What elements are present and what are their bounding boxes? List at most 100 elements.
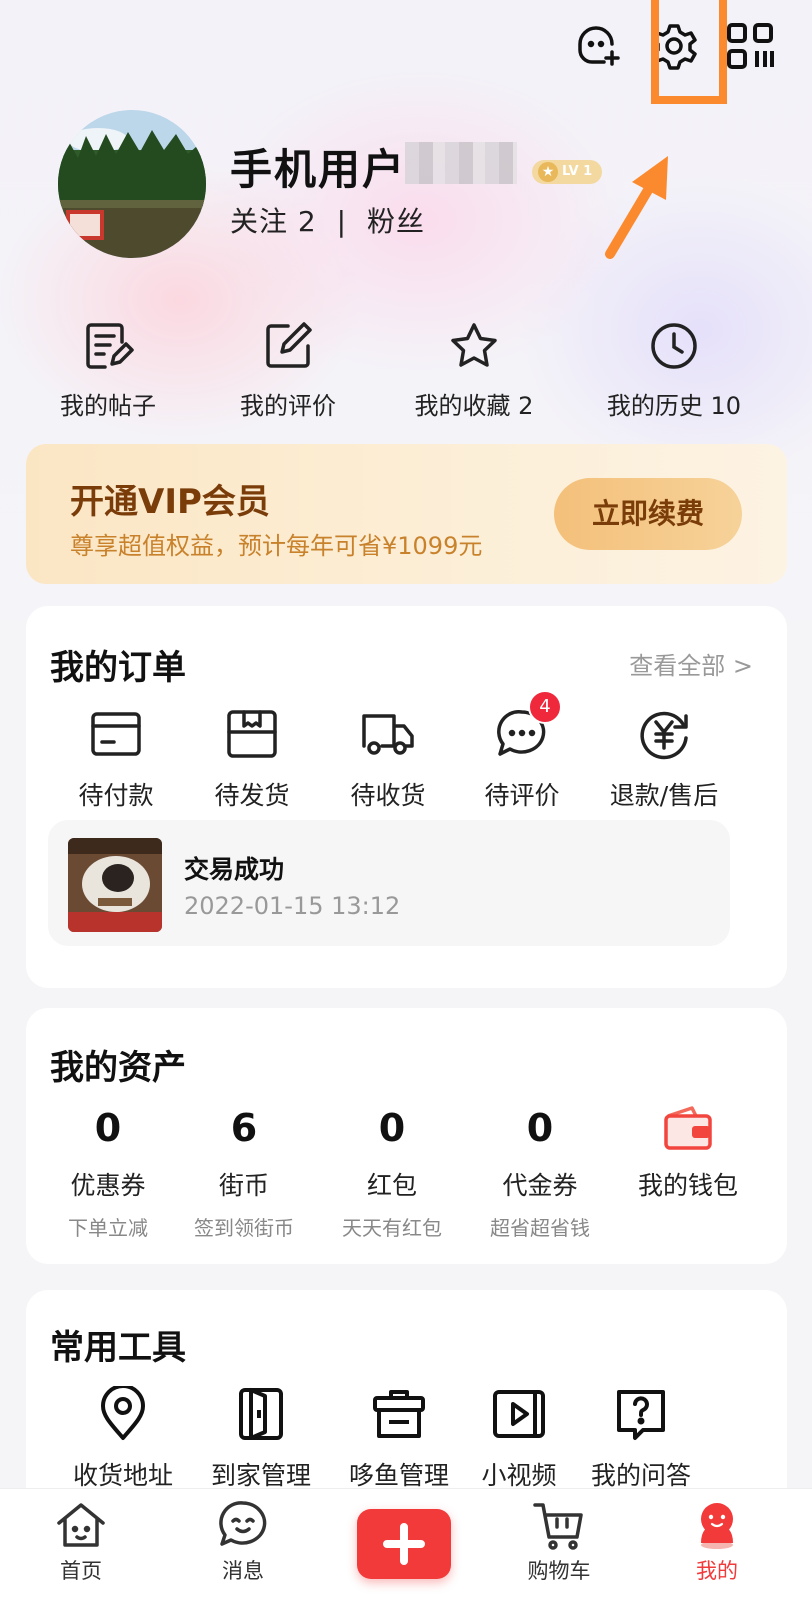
refund-icon xyxy=(636,706,692,762)
quick-link-label: 我的收藏 2 xyxy=(414,392,534,420)
basket-icon xyxy=(371,1386,427,1442)
blurred-user-id xyxy=(405,142,517,184)
nav-cart[interactable]: 购物车 xyxy=(504,1499,614,1585)
star-icon xyxy=(448,320,500,372)
order-status-refund[interactable]: 退款/售后 xyxy=(604,706,724,812)
asset-desc: 超省超省钱 xyxy=(490,1216,590,1240)
box-icon xyxy=(224,706,280,762)
quick-link-posts[interactable]: 我的帖子 xyxy=(18,320,198,421)
assets-card: 我的资产 0 优惠券 下单立减 6 街币 签到领街币 0 红包 天天有红包 0 … xyxy=(26,1008,787,1264)
add-friend-icon[interactable] xyxy=(570,18,626,74)
nav-label: 首页 xyxy=(60,1559,102,1583)
nav-label: 我的 xyxy=(696,1559,738,1583)
quick-link-label: 我的评价 xyxy=(240,392,336,420)
latest-order-row[interactable]: 交易成功 2022-01-15 13:12 xyxy=(48,820,730,946)
order-status-pending-payment[interactable]: 待付款 xyxy=(56,706,176,812)
asset-name: 红包 xyxy=(366,1171,417,1200)
asset-value: 0 xyxy=(94,1106,122,1150)
clock-icon xyxy=(648,320,700,372)
wallet-icon xyxy=(618,1106,758,1152)
cart-icon xyxy=(533,1499,585,1551)
chat-icon: 4 xyxy=(494,690,562,762)
tool-label: 我的问答 xyxy=(590,1461,691,1490)
post-plus-button[interactable] xyxy=(357,1509,451,1579)
question-icon xyxy=(613,1386,669,1442)
quick-link-reviews[interactable]: 我的评价 xyxy=(198,320,378,421)
qr-code-icon[interactable] xyxy=(722,18,778,74)
message-icon xyxy=(217,1499,269,1551)
video-icon xyxy=(491,1386,547,1442)
nav-profile[interactable]: 我的 xyxy=(662,1499,772,1585)
order-product-thumbnail xyxy=(68,838,162,932)
quick-link-label: 我的帖子 xyxy=(60,392,156,420)
level-badge[interactable]: ★ LV 1 xyxy=(532,160,603,184)
profile-icon xyxy=(691,1499,743,1551)
quick-link-label: 我的历史 10 xyxy=(606,392,742,420)
order-status-label: 退款/售后 xyxy=(609,781,719,810)
tool-home-service[interactable]: 到家管理 xyxy=(196,1386,326,1492)
asset-value: 0 xyxy=(526,1106,554,1150)
door-icon xyxy=(233,1386,289,1442)
quick-link-favorites[interactable]: 我的收藏 2 xyxy=(384,320,564,421)
home-icon xyxy=(55,1499,107,1551)
order-status-pending-shipment[interactable]: 待发货 xyxy=(192,706,312,812)
vip-title: 开通VIP会员 xyxy=(70,482,270,522)
order-time: 2022-01-15 13:12 xyxy=(184,892,401,920)
asset-vouchers[interactable]: 0 代金券 超省超省钱 xyxy=(470,1106,610,1241)
following-label[interactable]: 关注 xyxy=(230,205,288,238)
order-status-label: 待评价 xyxy=(484,781,560,810)
asset-value: 6 xyxy=(230,1106,258,1150)
order-status-label: 待发货 xyxy=(214,781,290,810)
asset-coupons[interactable]: 0 优惠券 下单立减 xyxy=(38,1106,178,1241)
order-status-pending-receipt[interactable]: 待收货 xyxy=(328,706,448,812)
orders-title: 我的订单 xyxy=(50,648,186,688)
tool-short-video[interactable]: 小视频 xyxy=(454,1386,584,1492)
tool-label: 到家管理 xyxy=(210,1461,311,1490)
arrow-annotation-icon xyxy=(605,156,668,259)
tool-qa[interactable]: 我的问答 xyxy=(576,1386,706,1492)
card-icon xyxy=(88,706,144,762)
wallet-label: 我的钱包 xyxy=(637,1171,738,1200)
following-count[interactable]: 2 xyxy=(298,205,317,238)
tools-title: 常用工具 xyxy=(50,1328,186,1368)
order-status-pending-review[interactable]: 4 待评价 xyxy=(462,690,582,812)
level-text: LV 1 xyxy=(562,164,593,179)
renew-button[interactable]: 立即续费 xyxy=(554,478,742,550)
asset-name: 街币 xyxy=(218,1171,269,1200)
avatar[interactable] xyxy=(58,110,206,258)
order-status: 交易成功 xyxy=(184,855,285,884)
asset-red-packets[interactable]: 0 红包 天天有红包 xyxy=(322,1106,462,1241)
fans-label[interactable]: 粉丝 xyxy=(367,205,425,238)
assets-title: 我的资产 xyxy=(50,1048,186,1088)
posts-icon xyxy=(82,320,134,372)
orders-card: 我的订单 查看全部 > 待付款 待发货 待收货 4 待评价 退款/售后 交易成功… xyxy=(26,606,787,988)
vip-subtitle: 尊享超值权益，预计每年可省¥1099元 xyxy=(70,532,483,560)
view-all-orders-link[interactable]: 查看全部 > xyxy=(629,646,753,681)
asset-desc: 下单立减 xyxy=(68,1216,148,1240)
asset-value: 0 xyxy=(378,1106,406,1150)
stats-separator: | xyxy=(336,205,348,238)
follow-stats: 关注 2 | 粉丝 xyxy=(230,200,425,240)
star-icon: ★ xyxy=(538,162,558,182)
vip-banner[interactable]: 开通VIP会员 尊享超值权益，预计每年可省¥1099元 立即续费 xyxy=(26,444,787,584)
tool-label: 收货地址 xyxy=(72,1461,173,1490)
settings-highlight-box xyxy=(651,0,727,104)
edit-icon xyxy=(262,320,314,372)
nav-home[interactable]: 首页 xyxy=(26,1499,136,1585)
tool-address[interactable]: 收货地址 xyxy=(58,1384,188,1492)
pending-review-badge: 4 xyxy=(528,690,562,724)
quick-link-history[interactable]: 我的历史 10 xyxy=(584,320,764,421)
location-icon xyxy=(95,1384,151,1442)
order-status-label: 待付款 xyxy=(78,781,154,810)
nav-messages[interactable]: 消息 xyxy=(188,1499,298,1585)
asset-coins[interactable]: 6 街币 签到领街币 xyxy=(174,1106,314,1241)
order-status-label: 待收货 xyxy=(350,781,426,810)
username: 手机用户 xyxy=(230,145,407,194)
asset-name: 代金券 xyxy=(502,1171,578,1200)
tool-duoyu[interactable]: 哆鱼管理 xyxy=(334,1386,464,1492)
truck-icon xyxy=(360,706,416,762)
bottom-navigation: 首页 消息 购物车 我的 xyxy=(0,1488,812,1601)
tools-card: 常用工具 收货地址 到家管理 哆鱼管理 小视频 我的问答 xyxy=(26,1290,787,1520)
asset-name: 优惠券 xyxy=(70,1171,146,1200)
asset-wallet[interactable]: 我的钱包 xyxy=(618,1106,758,1202)
